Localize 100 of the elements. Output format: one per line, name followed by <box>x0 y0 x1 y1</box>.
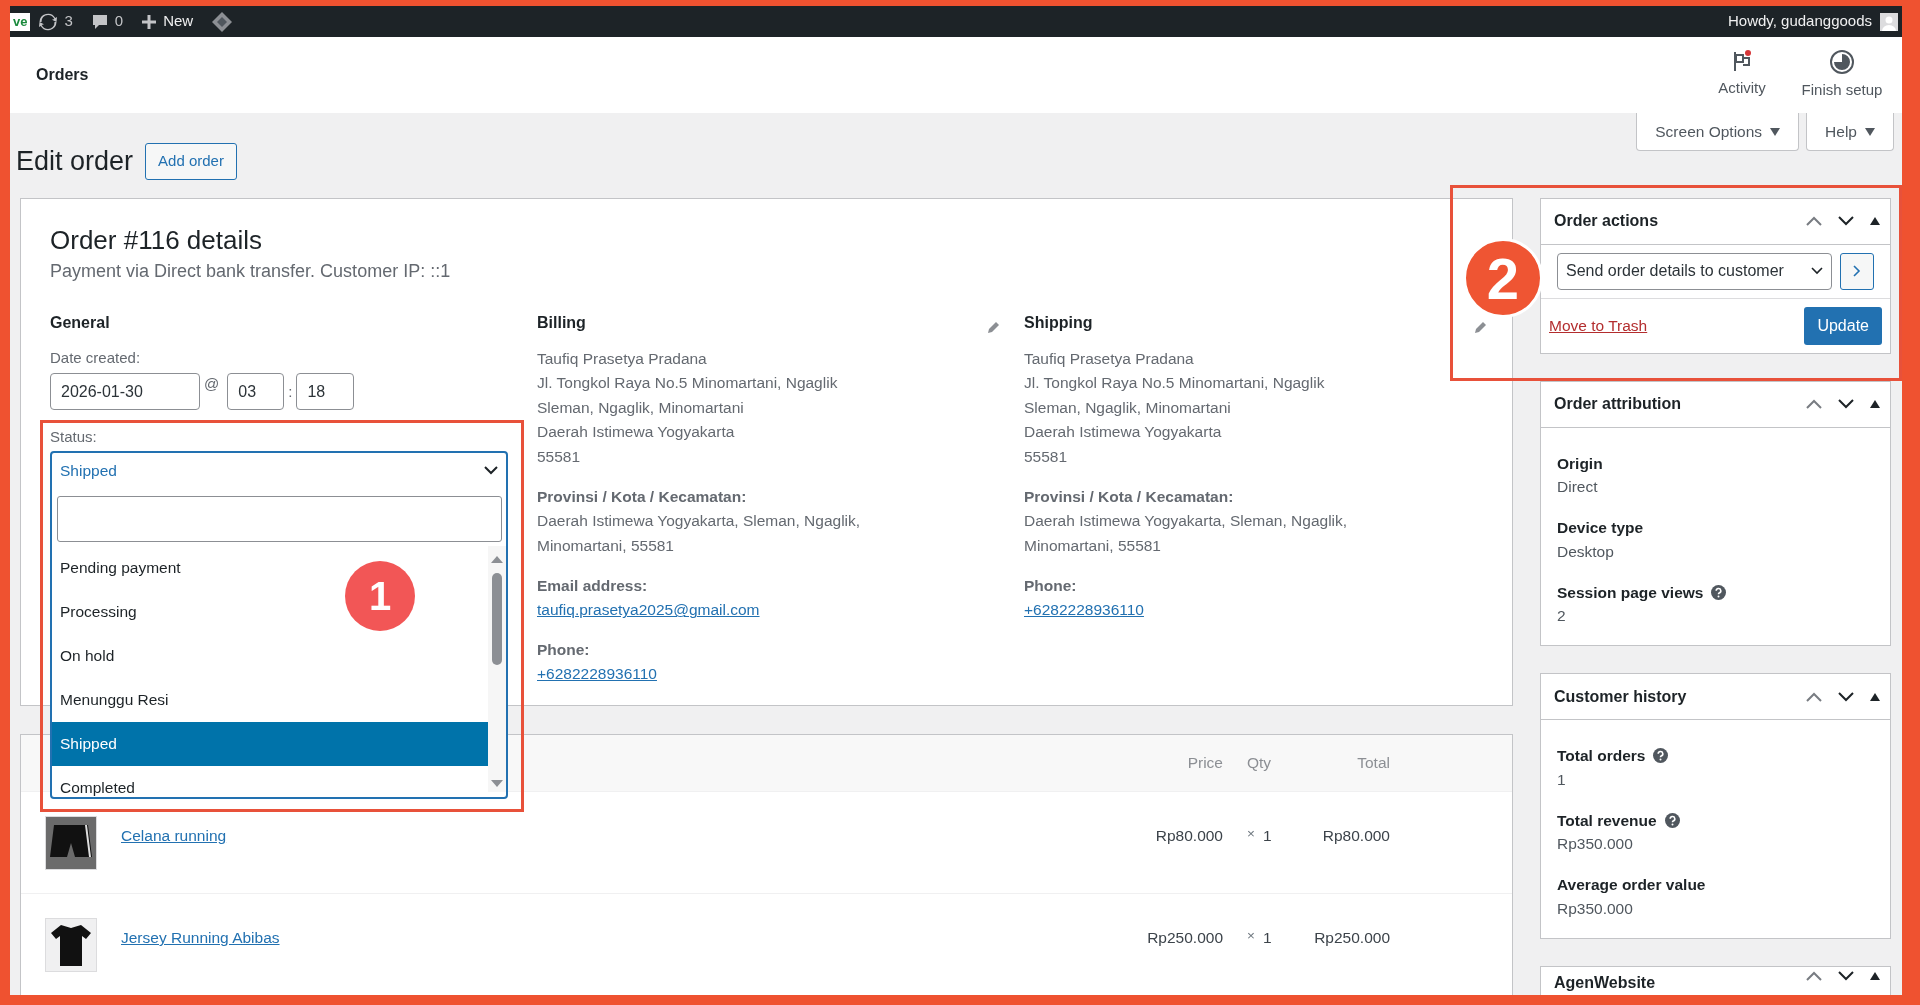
help-icon <box>1711 584 1727 600</box>
diamond-icon[interactable] <box>211 10 234 33</box>
dropdown-option[interactable]: Pending payment <box>52 545 181 590</box>
times-sign: × <box>1247 927 1255 945</box>
field-label: Date created: <box>50 347 142 368</box>
address-line: Sleman, Ngaglik, Minomartani <box>537 397 745 418</box>
field-label: Provinsi / Kota / Kecamatan: <box>537 487 748 508</box>
page-heading: Orders <box>36 65 89 85</box>
move-up-icon[interactable] <box>1806 691 1822 702</box>
dropdown-option[interactable]: On hold <box>52 633 115 678</box>
price-cell-text: Rp80.000 <box>1154 826 1223 846</box>
screen-tab[interactable]: Screen Options <box>1636 113 1800 152</box>
greeting[interactable]: Howdy, gudanggoods <box>1728 10 1872 33</box>
date-input[interactable]: 2026-01-30 <box>50 373 200 411</box>
help-icon <box>1664 812 1680 828</box>
collapse-icon[interactable] <box>1870 400 1880 409</box>
move-down-icon[interactable] <box>1838 399 1854 410</box>
new-link[interactable]: New <box>163 10 194 33</box>
flag-icon <box>1731 48 1753 73</box>
trash-link[interactable]: Move to Trash <box>1549 314 1648 338</box>
add-order-button[interactable]: Add order <box>145 143 237 180</box>
comment-count[interactable]: 0 <box>114 10 124 33</box>
product-link[interactable]: Celana running <box>121 824 227 848</box>
contact-link[interactable]: taufiq.prasetya2025@gmail.com <box>537 601 760 619</box>
header-action[interactable]: Finish setup <box>1792 47 1892 103</box>
logo[interactable]: ve <box>10 12 31 31</box>
order-title: Order #116 details <box>50 224 263 256</box>
times-sign: × <box>1247 825 1255 843</box>
action-select[interactable]: Send order details to customer <box>1557 252 1833 290</box>
field-label: Phone: <box>537 639 591 660</box>
hour-input[interactable]: 03 <box>227 373 285 411</box>
box-title: Order actions <box>1554 211 1659 232</box>
chevron-down-icon <box>1811 267 1824 276</box>
dropdown-option[interactable]: Shipped <box>52 721 488 766</box>
update-button[interactable]: Update <box>1804 306 1882 345</box>
quantity-cell-text: 1 <box>1262 826 1272 846</box>
address-line: Taufiq Prasetya Pradana <box>537 348 708 369</box>
dropdown-option[interactable]: Menunggu Resi <box>52 677 169 722</box>
move-up-icon[interactable] <box>1806 970 1822 981</box>
time-colon: : <box>288 381 293 402</box>
contact-link[interactable]: +6282228936110 <box>537 664 657 682</box>
refresh-icon[interactable] <box>38 11 59 32</box>
move-down-icon[interactable] <box>1838 970 1854 981</box>
screen-tab[interactable]: Help <box>1806 113 1894 152</box>
selected-value: Shipped <box>60 461 117 482</box>
product-link[interactable]: Jersey Running Abibas <box>121 926 280 950</box>
address-line: Daerah Istimewa Yogyakarta <box>537 422 736 443</box>
pencil-icon[interactable] <box>986 320 1000 335</box>
page-title: Edit order <box>16 145 134 178</box>
total-cell-text: Rp80.000 <box>1321 826 1390 846</box>
column-header: Price <box>1186 753 1223 774</box>
section-heading: General <box>50 312 111 333</box>
field-value: 1 <box>1557 769 1567 790</box>
column-header: Total <box>1356 753 1390 774</box>
update-count[interactable]: 3 <box>64 10 73 33</box>
address-line: Jl. Tongkol Raya No.5 Minomartani, Ngaglik <box>1024 373 1326 394</box>
address-line: 55581 <box>537 446 582 467</box>
section-heading: Shipping <box>1024 312 1093 333</box>
field-label: Origin <box>1557 453 1603 474</box>
box-title: Customer history <box>1554 686 1687 707</box>
move-up-icon[interactable] <box>1806 216 1822 227</box>
field-label: Email address: <box>537 576 649 597</box>
field-label: Session page views <box>1557 582 1704 603</box>
collapse-icon[interactable] <box>1870 971 1880 980</box>
caret-icon <box>1770 127 1781 136</box>
header-action[interactable]: Activity <box>1692 47 1792 103</box>
move-down-icon[interactable] <box>1838 691 1854 702</box>
dropdown-option[interactable]: Processing <box>52 589 137 634</box>
scrollbar[interactable] <box>488 545 506 792</box>
address-line: Taufiq Prasetya Pradana <box>1024 348 1195 369</box>
price-cell-text: Rp250.000 <box>1146 928 1223 948</box>
field-value: Desktop <box>1557 541 1615 562</box>
quantity-cell-text: 1 <box>1262 928 1272 948</box>
avatar-icon[interactable] <box>1880 12 1898 31</box>
chevron-down-icon <box>484 466 498 476</box>
collapse-icon[interactable] <box>1870 217 1880 226</box>
chevron-right-icon <box>1853 265 1862 278</box>
at-sign: @ <box>204 374 220 395</box>
apply-button[interactable] <box>1840 252 1874 290</box>
pencil-icon[interactable] <box>1473 320 1487 335</box>
address-line: Jl. Tongkol Raya No.5 Minomartani, Ngaglik <box>537 373 839 394</box>
field-label: Average order value <box>1557 875 1706 896</box>
field-value: 2 <box>1557 606 1567 626</box>
move-down-icon[interactable] <box>1838 216 1854 227</box>
plus-icon[interactable] <box>141 13 158 30</box>
total-cell-text: Rp250.000 <box>1313 928 1390 948</box>
address-line: 55581 <box>1024 446 1069 467</box>
field-value: Daerah Istimewa Yogyakarta, Sleman, Ngaglik, Minomartani, 55581 <box>1024 511 1349 556</box>
dropdown-option[interactable]: Completed <box>52 765 135 797</box>
address-line: Sleman, Ngaglik, Minomartani <box>1024 397 1232 418</box>
comment-icon[interactable] <box>90 12 109 31</box>
contact-link[interactable]: +6282228936110 <box>1024 601 1144 619</box>
move-up-icon[interactable] <box>1806 399 1822 410</box>
collapse-icon[interactable] <box>1870 692 1880 701</box>
minute-input[interactable]: 18 <box>296 373 355 411</box>
scrollbar-thumb[interactable] <box>492 573 502 666</box>
field-value: Rp350.000 <box>1557 898 1634 919</box>
field-value: Direct <box>1557 477 1599 497</box>
field-label: Total orders <box>1557 746 1646 767</box>
search-field[interactable] <box>57 495 502 542</box>
